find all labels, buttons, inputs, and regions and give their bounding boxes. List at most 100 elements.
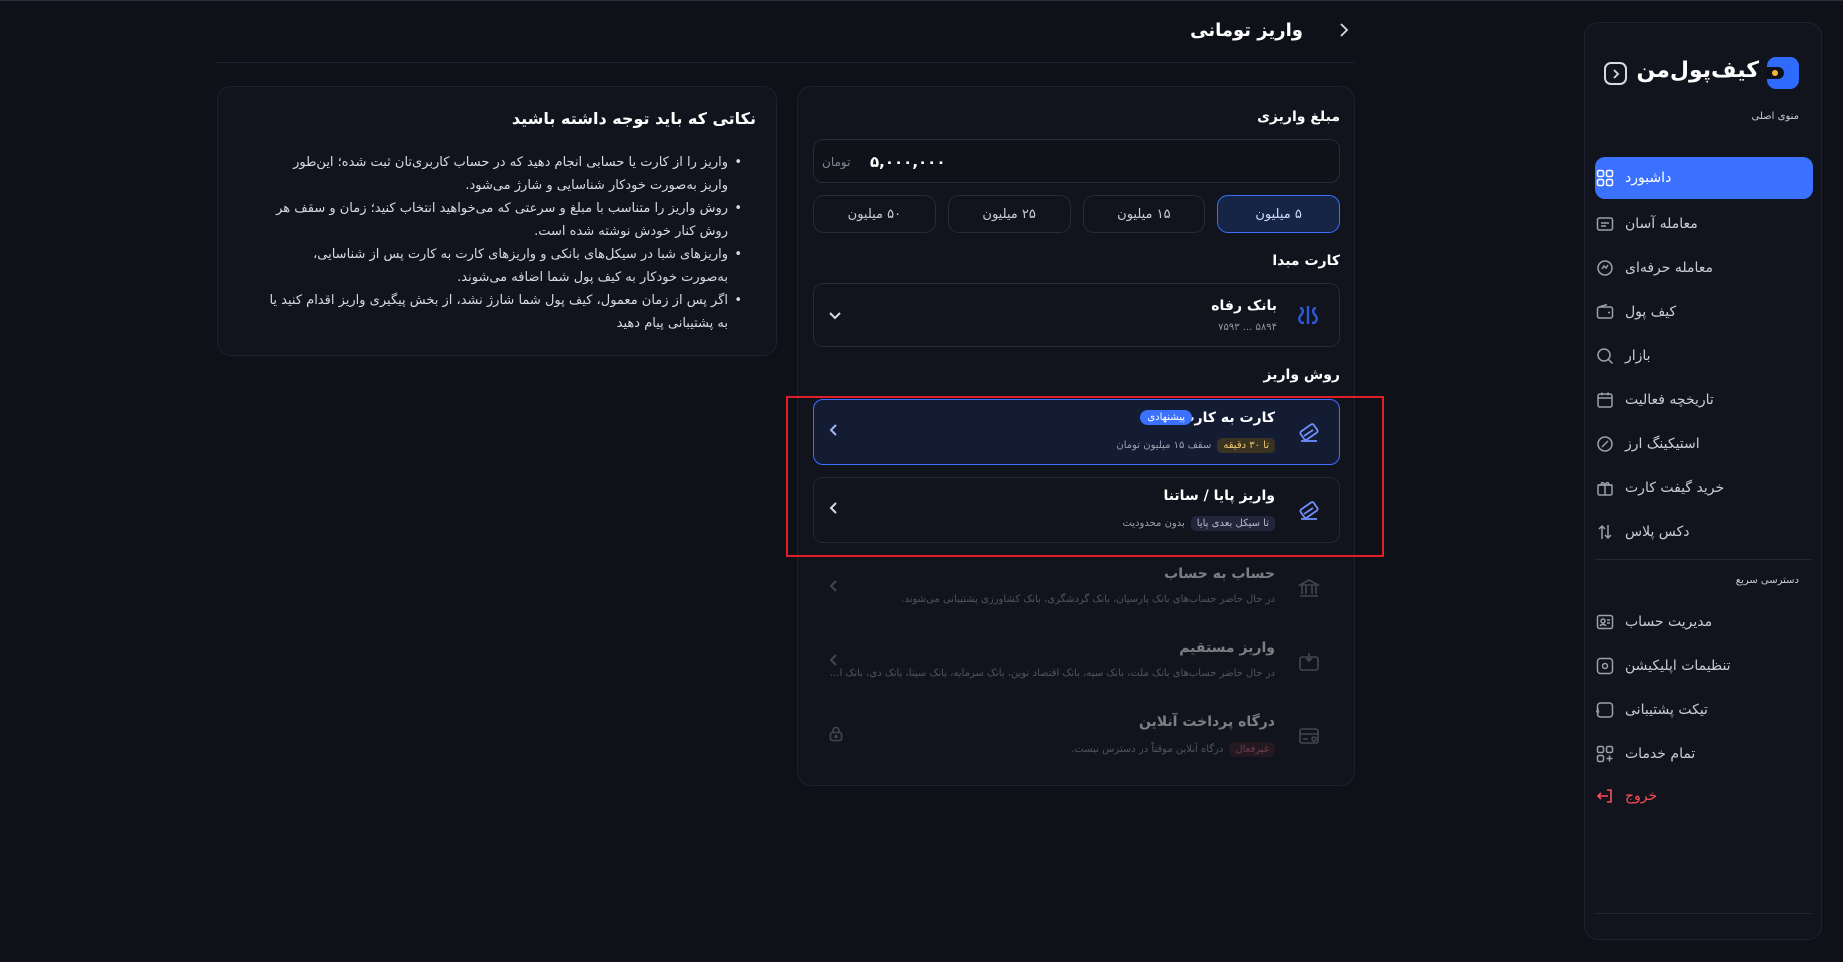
nav-label: تمام خدمات xyxy=(1625,746,1696,762)
preset-chip-50m[interactable]: ۵۰ میلیون xyxy=(813,195,936,233)
nav-history[interactable]: تاریخچه فعالیت xyxy=(1595,379,1813,421)
market-icon xyxy=(1595,346,1615,366)
chevron-left-icon xyxy=(828,578,838,597)
all-services-icon xyxy=(1595,744,1615,764)
amount-label: مبلغ واریزی xyxy=(1257,109,1340,125)
note-item: روش واریز را متناسب با مبلغ و سرعتی که م… xyxy=(264,197,742,243)
bank-refah-logo-icon xyxy=(1295,302,1321,328)
nav-wallet[interactable]: کیف پول xyxy=(1595,291,1813,333)
method-title: واریز مستقیم xyxy=(1179,640,1275,656)
highlight-annotation xyxy=(786,396,1384,557)
collapse-sidebar-button[interactable] xyxy=(1604,62,1627,85)
nav-pro-trade[interactable]: معامله حرفه‌ای xyxy=(1595,247,1813,289)
bank-building-icon xyxy=(1297,576,1321,600)
nav-label: تاریخچه فعالیت xyxy=(1625,392,1714,408)
deposit-method-label: روش واریز xyxy=(1263,367,1340,383)
method-description: در حال حاضر حساب‌های بانک پارسیان، بانک … xyxy=(901,594,1275,605)
page-title: واریز تومانی xyxy=(1190,20,1303,41)
method-title: درگاه پرداخت آنلاین xyxy=(1138,714,1275,730)
nav-label: تنظیمات اپلیکیشن xyxy=(1625,658,1731,674)
wallet-icon xyxy=(1595,302,1615,322)
logout-button[interactable]: خروج xyxy=(1595,775,1813,817)
method-details: در حال حاضر حساب‌های بانک پارسیان، بانک … xyxy=(901,594,1275,605)
sidebar: کیف‌پول‌من منوی اصلی داشبورد معامله آسان… xyxy=(1584,22,1822,940)
sidebar-divider xyxy=(1595,559,1811,560)
chevron-down-icon xyxy=(828,306,842,325)
nav-easy-trade[interactable]: معامله آسان xyxy=(1595,203,1813,245)
header-divider xyxy=(215,62,1355,63)
method-description: در حال حاضر حساب‌های بانک ملت، بانک سپه،… xyxy=(829,668,1275,679)
card-number-masked: ۵۸۹۴ ... ۷۵۹۳ xyxy=(1218,322,1277,333)
nav-label: استیکینگ ارز xyxy=(1625,436,1700,452)
quick-access-label: دسترسی سریع xyxy=(1735,575,1799,586)
pro-trade-icon xyxy=(1595,258,1615,278)
nav-label: دکس پلاس xyxy=(1625,524,1690,540)
source-card-label: کارت مبدا xyxy=(1272,253,1340,269)
nav-label: کیف پول xyxy=(1625,304,1677,320)
staking-icon xyxy=(1595,434,1615,454)
dex-icon xyxy=(1595,522,1615,542)
amount-unit: تومان xyxy=(822,155,851,169)
nav-gift-card[interactable]: خرید گیفت کارت xyxy=(1595,467,1813,509)
dashboard-icon xyxy=(1595,168,1615,188)
nav-app-settings[interactable]: تنظیمات اپلیکیشن xyxy=(1595,645,1813,687)
note-item: واریز را از کارت یا حسابی انجام دهید که … xyxy=(264,151,742,197)
nav-label: خروج xyxy=(1625,788,1658,804)
chevron-right-icon xyxy=(1340,23,1349,37)
back-button[interactable] xyxy=(1338,22,1350,43)
logout-icon xyxy=(1595,786,1615,806)
payment-gateway-icon xyxy=(1297,724,1321,748)
easy-trade-icon xyxy=(1595,214,1615,234)
method-details: غیرفعال درگاه آنلاین موقتاً در دسترس نیس… xyxy=(1071,742,1275,757)
svg-text:24: 24 xyxy=(1596,708,1601,716)
bank-name: بانک رفاه xyxy=(1211,298,1277,314)
note-item: واریزهای شبا در سیکل‌های بانکی و واریزها… xyxy=(264,243,742,289)
nav-label: خرید گیفت کارت xyxy=(1625,480,1725,496)
status-badge: غیرفعال xyxy=(1229,742,1275,757)
preset-chip-15m[interactable]: ۱۵ میلیون xyxy=(1082,195,1206,233)
sidebar-divider xyxy=(1595,913,1811,914)
nav-label: تیکت پشتیبانی xyxy=(1625,702,1708,718)
nav-dashboard[interactable]: داشبورد xyxy=(1595,157,1813,199)
nav-label: معامله آسان xyxy=(1625,216,1698,232)
preset-chip-5m[interactable]: ۵ میلیون xyxy=(1217,195,1340,233)
method-details: در حال حاضر حساب‌های بانک ملت، بانک سپه،… xyxy=(830,668,1275,679)
nav-support-ticket[interactable]: تیکت پشتیبانی 24 xyxy=(1595,689,1813,731)
nav-dex-plus[interactable]: دکس پلاس xyxy=(1595,511,1813,553)
nav-label: مدیریت حساب xyxy=(1625,614,1713,630)
main-menu-label: منوی اصلی xyxy=(1751,111,1799,122)
nav-all-services[interactable]: تمام خدمات xyxy=(1595,733,1813,775)
notes-panel: نکاتی که باید توجه داشته باشید واریز را … xyxy=(217,86,777,356)
nav-label: داشبورد xyxy=(1625,170,1672,186)
amount-presets: ۵ میلیون ۱۵ میلیون ۲۵ میلیون ۵۰ میلیون xyxy=(813,195,1340,233)
amount-input[interactable]: ۵,۰۰۰,۰۰۰ تومان xyxy=(813,139,1340,183)
source-card-select[interactable]: بانک رفاه ۵۸۹۴ ... ۷۵۹۳ xyxy=(813,283,1340,347)
nav-staking[interactable]: استیکینگ ارز xyxy=(1595,423,1813,465)
settings-icon xyxy=(1595,656,1615,676)
method-account-to-account: حساب به حساب در حال حاضر حساب‌های بانک پ… xyxy=(813,555,1340,621)
brand-logo-icon xyxy=(1767,57,1799,89)
method-online-gateway: درگاه پرداخت آنلاین غیرفعال درگاه آنلاین… xyxy=(813,703,1340,769)
account-icon xyxy=(1595,612,1615,632)
nav-label: معامله حرفه‌ای xyxy=(1625,260,1714,276)
history-icon xyxy=(1595,390,1615,410)
method-direct-deposit: واریز مستقیم در حال حاضر حساب‌های بانک م… xyxy=(813,629,1340,695)
nav-account-management[interactable]: مدیریت حساب xyxy=(1595,601,1813,643)
chevron-left-icon xyxy=(828,652,838,671)
chevron-right-icon xyxy=(1612,68,1619,79)
brand-name: کیف‌پول‌من xyxy=(1636,58,1759,83)
nav-market[interactable]: بازار xyxy=(1595,335,1813,377)
method-title: حساب به حساب xyxy=(1164,566,1275,582)
method-description: درگاه آنلاین موقتاً در دسترس نیست. xyxy=(1071,744,1224,755)
top-border xyxy=(0,0,1843,1)
brand-row: کیف‌پول‌من xyxy=(1585,53,1821,93)
gift-card-icon xyxy=(1595,478,1615,498)
notes-list: واریز را از کارت یا حسابی انجام دهید که … xyxy=(264,151,742,335)
note-item: اگر پس از زمان معمول، کیف پول شما شارژ ن… xyxy=(264,289,742,335)
amount-value: ۵,۰۰۰,۰۰۰ xyxy=(870,153,946,171)
preset-chip-25m[interactable]: ۲۵ میلیون xyxy=(947,195,1071,233)
notes-title: نکاتی که باید توجه داشته باشید xyxy=(511,109,756,128)
support-icon: 24 xyxy=(1595,700,1615,720)
nav-label: بازار xyxy=(1625,348,1651,364)
lock-icon xyxy=(828,726,844,746)
